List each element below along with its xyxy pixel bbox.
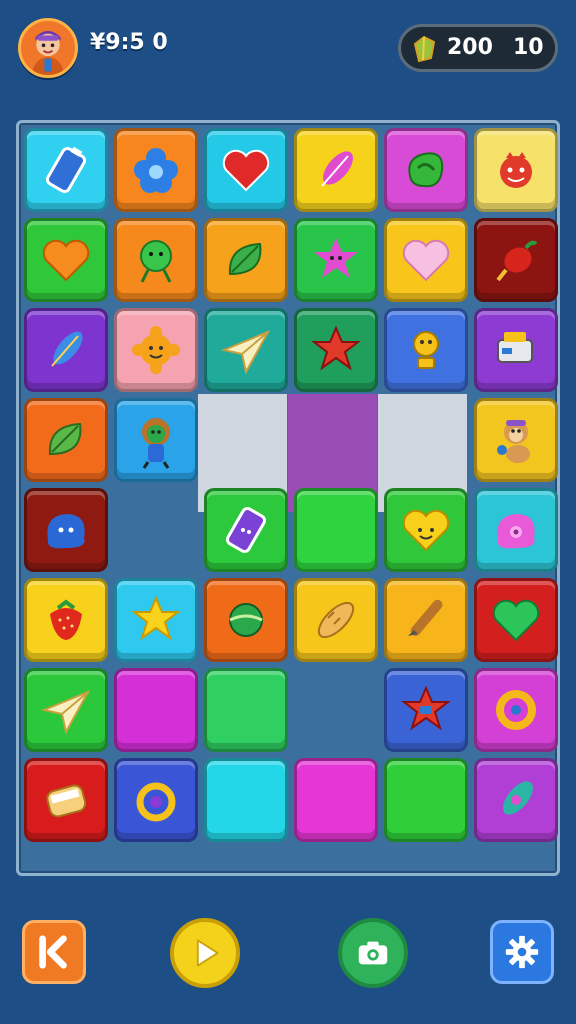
score-value: 200 xyxy=(447,35,493,60)
red-star-icon xyxy=(311,325,361,371)
tile-5-3[interactable] xyxy=(294,578,378,662)
blue-feather-icon xyxy=(51,331,83,367)
toy-robot-icon xyxy=(497,332,533,363)
play-button[interactable] xyxy=(170,918,240,988)
tile-6-1[interactable] xyxy=(114,668,198,752)
green-leaf-icon xyxy=(228,242,262,276)
tile-5-2[interactable] xyxy=(204,578,288,662)
tile-4-0[interactable] xyxy=(24,488,108,572)
tile-7-0[interactable] xyxy=(24,758,108,842)
tile-2-1[interactable] xyxy=(114,308,198,392)
tile-1-0[interactable] xyxy=(24,218,108,302)
teal-feather-icon xyxy=(503,781,533,815)
lion-character-icon xyxy=(142,418,170,469)
leaf-icon xyxy=(48,422,82,456)
blue-blob-icon xyxy=(47,514,85,549)
purple-gem-ring-icon xyxy=(136,782,176,822)
tile-6-0[interactable] xyxy=(24,668,108,752)
avatar-character-icon xyxy=(31,30,65,75)
tile-3-0[interactable] xyxy=(24,398,108,482)
tile-0-2[interactable] xyxy=(204,128,288,212)
tile-2-2[interactable] xyxy=(204,308,288,392)
tile-1-4[interactable] xyxy=(384,218,468,302)
tile-5-4[interactable] xyxy=(384,578,468,662)
tile-3-5[interactable] xyxy=(474,398,558,482)
tile-2-0[interactable] xyxy=(24,308,108,392)
pink-heart-icon xyxy=(402,239,450,282)
tile-0-0[interactable] xyxy=(24,128,108,212)
tile-0-3[interactable] xyxy=(294,128,378,212)
tile-6-5[interactable] xyxy=(474,668,558,752)
tile-1-5[interactable] xyxy=(474,218,558,302)
pink-star-creature-icon xyxy=(314,238,358,278)
green-heart-icon xyxy=(492,599,540,642)
back-icon xyxy=(39,935,67,969)
tile-2-4[interactable] xyxy=(384,308,468,392)
orange-heart-icon xyxy=(42,239,90,282)
tile-5-1[interactable] xyxy=(114,578,198,662)
smiley-heart-icon xyxy=(402,509,450,552)
gem-icon xyxy=(413,35,436,63)
bread-icon xyxy=(317,601,355,639)
bottom-bar xyxy=(0,900,576,1024)
toast-icon xyxy=(46,784,87,818)
tile-4-2[interactable] xyxy=(204,488,288,572)
tile-0-4[interactable] xyxy=(384,128,468,212)
yellow-star-icon xyxy=(131,595,181,641)
tile-2-3[interactable] xyxy=(294,308,378,392)
camera-icon xyxy=(358,941,388,965)
green-lollipop-icon xyxy=(140,240,172,283)
score-panel: 200 10 xyxy=(398,24,558,72)
tile-1-3[interactable] xyxy=(294,218,378,302)
strawberry-icon xyxy=(50,599,82,640)
red-pepper-icon xyxy=(496,240,538,282)
back-button[interactable] xyxy=(22,920,86,984)
red-monster-icon xyxy=(500,152,532,188)
camera-button[interactable] xyxy=(338,918,408,988)
tile-7-2[interactable] xyxy=(204,758,288,842)
tile-6-4[interactable] xyxy=(384,668,468,752)
tile-4-4[interactable] xyxy=(384,488,468,572)
green-ball-icon xyxy=(229,603,263,637)
level-value: 10 xyxy=(513,35,544,60)
tile-7-4[interactable] xyxy=(384,758,468,842)
green-blob-icon xyxy=(408,152,444,188)
monkey-character-icon xyxy=(497,420,530,463)
game-board xyxy=(16,120,560,876)
purple-battery-icon xyxy=(225,507,267,553)
tile-0-5[interactable] xyxy=(474,128,558,212)
tile-5-5[interactable] xyxy=(474,578,558,662)
pink-feather-icon xyxy=(321,151,353,187)
tile-7-5[interactable] xyxy=(474,758,558,842)
timer-display: ¥9:5 0 xyxy=(90,30,168,55)
battery-icon xyxy=(45,146,87,193)
tile-4-3[interactable] xyxy=(294,488,378,572)
top-bar: ¥9:5 0 200 10 xyxy=(0,0,576,100)
tile-1-1[interactable] xyxy=(114,218,198,302)
brush-icon xyxy=(408,599,443,636)
paper-plane-icon xyxy=(40,690,91,735)
gold-ring-icon xyxy=(496,690,536,730)
tile-1-2[interactable] xyxy=(204,218,288,302)
red-star-creature-icon xyxy=(401,685,451,731)
tile-6-2[interactable] xyxy=(204,668,288,752)
play-icon xyxy=(196,939,219,967)
tile-2-5[interactable] xyxy=(474,308,558,392)
tile-5-0[interactable] xyxy=(24,578,108,662)
settings-button[interactable] xyxy=(490,920,554,984)
gear-icon xyxy=(505,935,539,969)
paper-plane-icon xyxy=(220,330,271,375)
tile-3-1[interactable] xyxy=(114,398,198,482)
red-heart-icon xyxy=(222,149,270,192)
gold-trophy-icon xyxy=(413,331,439,369)
tile-7-1[interactable] xyxy=(114,758,198,842)
pink-blob-icon xyxy=(497,514,535,549)
blue-flower-icon xyxy=(134,148,178,193)
tile-7-3[interactable] xyxy=(294,758,378,842)
tile-4-5[interactable] xyxy=(474,488,558,572)
player-avatar[interactable] xyxy=(18,18,78,78)
tile-0-1[interactable] xyxy=(114,128,198,212)
sun-face-icon xyxy=(132,326,180,374)
